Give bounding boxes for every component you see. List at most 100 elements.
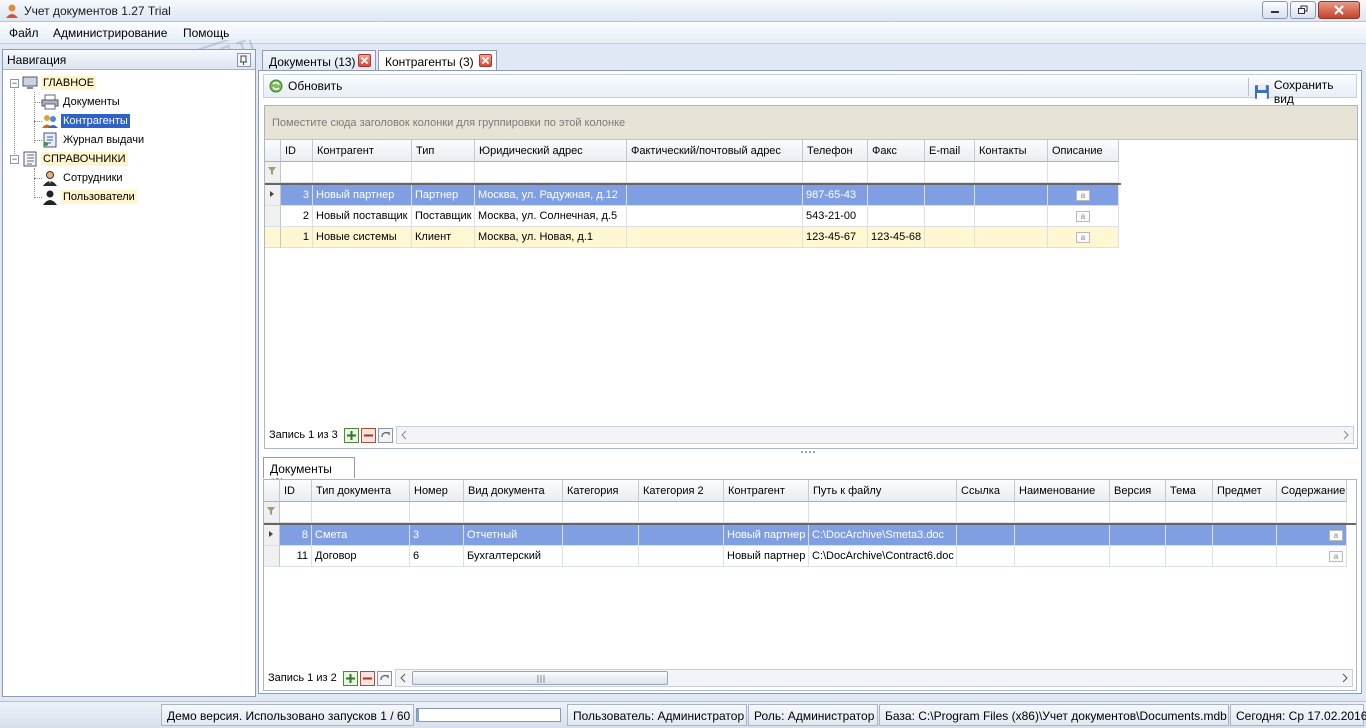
tab-close-button[interactable] bbox=[358, 54, 371, 67]
column-header[interactable]: Юридический адрес bbox=[475, 140, 627, 162]
cell-id[interactable]: 1 bbox=[281, 227, 313, 248]
table-row[interactable]: 1 Новые системы Клиент Москва, ул. Новая… bbox=[265, 227, 1119, 248]
cell-name[interactable] bbox=[1015, 525, 1110, 546]
tree-group-main[interactable]: ГЛАВНОЕ bbox=[21, 74, 97, 92]
add-record-button[interactable] bbox=[343, 427, 359, 443]
cell-content[interactable]: a bbox=[1277, 525, 1347, 546]
column-header[interactable]: ID bbox=[280, 480, 312, 502]
expand-main-toggle[interactable]: − bbox=[10, 79, 19, 88]
cell-contacts[interactable] bbox=[975, 185, 1048, 206]
column-header[interactable]: Категория bbox=[563, 480, 639, 502]
filter-cell[interactable] bbox=[281, 162, 313, 183]
cell-phone[interactable]: 123-45-67 bbox=[803, 227, 868, 248]
cell-name[interactable] bbox=[1015, 546, 1110, 567]
column-header[interactable]: ID bbox=[281, 140, 313, 162]
row-indicator[interactable] bbox=[265, 227, 281, 248]
tree-item-documents[interactable]: Документы bbox=[41, 93, 122, 111]
cell-type[interactable]: Клиент bbox=[412, 227, 475, 248]
filter-cell[interactable] bbox=[313, 162, 412, 183]
column-header[interactable]: Вид документа bbox=[464, 480, 563, 502]
table-row[interactable]: 11 Договор 6 Бухгалтерский Новый партнер… bbox=[264, 546, 1347, 567]
cell-category[interactable] bbox=[563, 546, 639, 567]
cell-description[interactable]: a bbox=[1048, 206, 1119, 227]
splitter-grip-icon[interactable] bbox=[800, 450, 816, 454]
column-header[interactable]: Номер bbox=[410, 480, 464, 502]
filter-cell[interactable] bbox=[1166, 502, 1213, 523]
pin-button[interactable] bbox=[237, 53, 251, 67]
cell-contacts[interactable] bbox=[975, 227, 1048, 248]
menu-file[interactable]: Файл bbox=[9, 26, 39, 40]
cell-type[interactable]: Партнер bbox=[412, 185, 475, 206]
tree-item-employees[interactable]: Сотрудники bbox=[41, 169, 125, 187]
cell-email[interactable] bbox=[925, 227, 975, 248]
cell-postal-address[interactable] bbox=[627, 185, 803, 206]
column-header[interactable]: Предмет bbox=[1213, 480, 1277, 502]
cell-email[interactable] bbox=[925, 206, 975, 227]
group-by-panel[interactable]: Поместите сюда заголовок колонки для гру… bbox=[265, 106, 1357, 140]
delete-record-button[interactable] bbox=[359, 670, 375, 686]
row-indicator[interactable] bbox=[265, 206, 281, 227]
horizontal-scrollbar[interactable] bbox=[395, 669, 1353, 687]
column-header[interactable]: Наименование bbox=[1015, 480, 1110, 502]
horizontal-scrollbar[interactable] bbox=[396, 426, 1354, 444]
cell-phone[interactable]: 987-65-43 bbox=[803, 185, 868, 206]
tab-detail-documents[interactable]: Документы (2) bbox=[263, 457, 355, 490]
cell-type[interactable]: Поставщик bbox=[412, 206, 475, 227]
cell-legal-address[interactable]: Москва, ул. Солнечная, д.5 bbox=[475, 206, 627, 227]
filter-cell[interactable] bbox=[410, 502, 464, 523]
row-indicator[interactable] bbox=[264, 546, 280, 567]
filter-cell[interactable] bbox=[280, 502, 312, 523]
cell-object[interactable] bbox=[1213, 525, 1277, 546]
close-button[interactable] bbox=[1318, 1, 1360, 19]
filter-cell[interactable] bbox=[803, 162, 868, 183]
cell-id[interactable]: 3 bbox=[281, 185, 313, 206]
filter-cell[interactable] bbox=[475, 162, 627, 183]
cell-fax[interactable] bbox=[868, 206, 925, 227]
cell-id[interactable]: 8 bbox=[280, 525, 312, 546]
cell-subject[interactable] bbox=[1166, 525, 1213, 546]
filter-cell[interactable] bbox=[264, 502, 280, 523]
column-header[interactable]: Описание bbox=[1048, 140, 1119, 162]
row-indicator[interactable] bbox=[265, 185, 281, 206]
maximize-button[interactable] bbox=[1290, 1, 1316, 19]
column-header[interactable]: Версия bbox=[1110, 480, 1166, 502]
cell-file-path[interactable]: C:\DocArchive\Smeta3.doc bbox=[809, 525, 957, 546]
expand-directories-toggle[interactable]: − bbox=[10, 155, 19, 164]
filter-cell[interactable] bbox=[957, 502, 1015, 523]
cell-category2[interactable] bbox=[639, 546, 724, 567]
cell-description[interactable]: a bbox=[1048, 227, 1119, 248]
filter-cell[interactable] bbox=[1015, 502, 1110, 523]
filter-cell[interactable] bbox=[627, 162, 803, 183]
cell-category2[interactable] bbox=[639, 525, 724, 546]
filter-cell[interactable] bbox=[563, 502, 639, 523]
cell-fax[interactable]: 123-45-68 bbox=[868, 227, 925, 248]
tree-item-partners[interactable]: Контрагенты bbox=[41, 112, 130, 130]
cell-id[interactable]: 11 bbox=[280, 546, 312, 567]
cell-partner[interactable]: Новый партнер bbox=[313, 185, 412, 206]
cell-object[interactable] bbox=[1213, 546, 1277, 567]
table-row[interactable]: 3 Новый партнер Партнер Москва, ул. Раду… bbox=[265, 185, 1119, 206]
cell-link[interactable] bbox=[957, 525, 1015, 546]
tree-item-journal[interactable]: Журнал выдачи bbox=[41, 131, 146, 149]
cell-postal-address[interactable] bbox=[627, 206, 803, 227]
refresh-records-button[interactable] bbox=[376, 670, 392, 686]
filter-cell[interactable] bbox=[265, 162, 281, 183]
cell-email[interactable] bbox=[925, 185, 975, 206]
tab-partners[interactable]: Контрагенты (3) bbox=[378, 50, 497, 72]
refresh-records-button[interactable] bbox=[377, 427, 393, 443]
column-header[interactable]: Путь к файлу bbox=[809, 480, 957, 502]
table-row[interactable]: 8 Смета 3 Отчетный Новый партнер C:\DocA… bbox=[264, 525, 1347, 546]
menu-help[interactable]: Помощь bbox=[183, 26, 229, 40]
cell-contacts[interactable] bbox=[975, 206, 1048, 227]
tab-close-button[interactable] bbox=[479, 54, 492, 67]
cell-doc-type[interactable]: Договор bbox=[312, 546, 410, 567]
column-header[interactable]: Телефон bbox=[803, 140, 868, 162]
column-header[interactable]: Ссылка bbox=[957, 480, 1015, 502]
column-header[interactable]: Факс bbox=[868, 140, 925, 162]
filter-cell[interactable] bbox=[312, 502, 410, 523]
table-row[interactable]: 2 Новый поставщик Поставщик Москва, ул. … bbox=[265, 206, 1119, 227]
cell-partner[interactable]: Новый партнер bbox=[724, 546, 809, 567]
column-header[interactable]: Тип bbox=[412, 140, 475, 162]
tree-group-directories[interactable]: СПРАВОЧНИКИ bbox=[21, 150, 128, 168]
filter-cell[interactable] bbox=[975, 162, 1048, 183]
